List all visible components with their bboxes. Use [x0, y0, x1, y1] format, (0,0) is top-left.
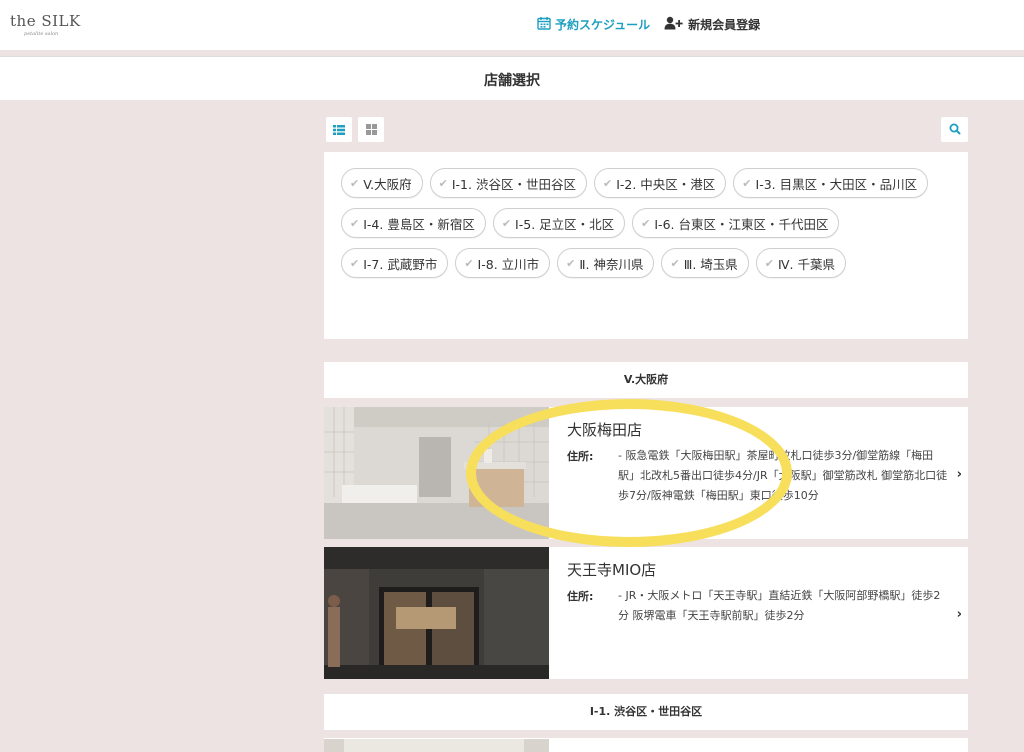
chevron-right-icon: › [956, 467, 962, 482]
new-member-register-label: 新規会員登録 [688, 18, 761, 32]
site-header: the SILK petalite salon 予約スケジュール 新規会員登録 [0, 0, 1024, 50]
filter-chip[interactable]: ✔ Ⅱ. 神奈川県 [557, 248, 655, 278]
filter-chip-label: V.大阪府 [363, 176, 412, 192]
logo-text: the SILK [10, 12, 81, 30]
search-icon [949, 120, 961, 139]
logo[interactable]: the SILK petalite salon [10, 12, 81, 37]
filter-chip[interactable]: ✔ Ⅰ-8. 立川市 [455, 248, 551, 278]
new-member-register-link[interactable]: 新規会員登録 [664, 16, 760, 33]
store-photo [324, 547, 549, 679]
store-name: 大阪梅田店 [567, 421, 643, 439]
filter-chip[interactable]: ✔ Ⅰ-2. 中央区・港区 [593, 168, 727, 198]
store-card-umeda[interactable]: 大阪梅田店 住所: - 阪急電鉄「大阪梅田駅」茶屋町改札口徒歩3分/御堂筋線「梅… [324, 407, 968, 539]
check-icon: ✔ [350, 176, 360, 190]
grid-view-icon [365, 120, 377, 139]
filter-chip-label: Ⅲ. 埼玉県 [683, 256, 738, 272]
address-label: 住所: [567, 450, 594, 463]
store-card-tennoji[interactable]: 天王寺MIO店 住所: - JR・大阪メトロ「天王寺駅」直結近鉄「大阪阿部野橋駅… [324, 547, 968, 679]
filter-chip-label: Ⅰ-6. 台東区・江東区・千代田区 [654, 216, 829, 232]
grid-view-button[interactable] [358, 117, 384, 142]
filter-chip[interactable]: ✔ Ⅰ-3. 目黒区・大田区・品川区 [733, 168, 929, 198]
list-view-icon [333, 120, 345, 139]
filter-chip-label: Ⅱ. 神奈川県 [579, 256, 644, 272]
title-band: 店舗選択 [0, 57, 1024, 100]
check-icon: ✔ [670, 256, 680, 270]
address-label: 住所: [567, 590, 594, 603]
area-filter-list: ✔ V.大阪府 ✔ Ⅰ-1. 渋谷区・世田谷区 ✔ Ⅰ-2. 中央区・港区 ✔ Ⅰ-3.… [341, 168, 951, 278]
filter-chip-label: Ⅰ-1. 渋谷区・世田谷区 [451, 176, 576, 192]
store-address: - 阪急電鉄「大阪梅田駅」茶屋町改札口徒歩3分/御堂筋線「梅田駅」北改札5番出口… [618, 449, 948, 502]
filter-chip[interactable]: ✔ Ⅰ-5. 足立区・北区 [492, 208, 626, 238]
store-photo [324, 738, 549, 752]
filter-chip[interactable]: ✔ V.大阪府 [341, 168, 423, 198]
check-icon: ✔ [742, 176, 752, 190]
check-icon: ✔ [501, 216, 512, 230]
reservation-schedule-label: 予約スケジュール [555, 18, 651, 32]
filter-chip-label: Ⅰ-8. 立川市 [477, 256, 540, 272]
store-photo [324, 407, 549, 539]
filter-chip-label: Ⅳ. 千葉県 [778, 256, 835, 272]
check-icon: ✔ [566, 256, 576, 270]
filter-chip-label: Ⅰ-5. 足立区・北区 [515, 216, 615, 232]
check-icon: ✔ [438, 176, 448, 190]
check-icon: ✔ [602, 176, 613, 190]
filter-chip-label: Ⅰ-2. 中央区・港区 [616, 176, 716, 192]
reservation-schedule-link[interactable]: 予約スケジュール [537, 16, 650, 33]
filter-chip[interactable]: ✔ Ⅲ. 埼玉県 [661, 248, 749, 278]
user-add-icon [664, 16, 684, 33]
check-icon: ✔ [641, 216, 651, 230]
section-header-osaka: V.大阪府 [324, 362, 968, 398]
section-header-shibuya: Ⅰ-1. 渋谷区・世田谷区 [324, 694, 968, 730]
filter-chip-label: Ⅰ-4. 豊島区・新宿区 [363, 216, 475, 232]
filter-chip-label: Ⅰ-3. 目黒区・大田区・品川区 [755, 176, 918, 192]
check-icon: ✔ [464, 256, 474, 270]
logo-tagline: petalite salon [24, 31, 59, 37]
check-icon: ✔ [350, 216, 360, 230]
filter-chip[interactable]: ✔ Ⅰ-1. 渋谷区・世田谷区 [429, 168, 587, 198]
list-view-button[interactable] [326, 117, 352, 142]
store-name: 天王寺MIO店 [567, 561, 657, 579]
store-card-partial[interactable] [324, 738, 968, 752]
filter-chip[interactable]: ✔ Ⅳ. 千葉県 [755, 248, 846, 278]
area-filter-panel: ✔ V.大阪府 ✔ Ⅰ-1. 渋谷区・世田谷区 ✔ Ⅰ-2. 中央区・港区 ✔ Ⅰ-3.… [324, 152, 968, 339]
filter-chip[interactable]: ✔ Ⅰ-6. 台東区・江東区・千代田区 [632, 208, 840, 238]
filter-chip[interactable]: ✔ Ⅰ-7. 武蔵野市 [341, 248, 449, 278]
filter-chip[interactable]: ✔ Ⅰ-4. 豊島区・新宿区 [341, 208, 486, 238]
filter-chip-label: Ⅰ-7. 武蔵野市 [363, 256, 438, 272]
calendar-icon [537, 16, 551, 33]
page-title: 店舗選択 [484, 73, 540, 89]
check-icon: ✔ [350, 256, 360, 270]
store-address: - JR・大阪メトロ「天王寺駅」直結近鉄「大阪阿部野橋駅」徒歩2分 阪堺電車「天… [618, 589, 941, 622]
check-icon: ✔ [764, 256, 774, 270]
top-nav: 予約スケジュール 新規会員登録 [537, 16, 760, 33]
chevron-right-icon: › [956, 607, 962, 622]
search-button[interactable] [941, 117, 968, 142]
